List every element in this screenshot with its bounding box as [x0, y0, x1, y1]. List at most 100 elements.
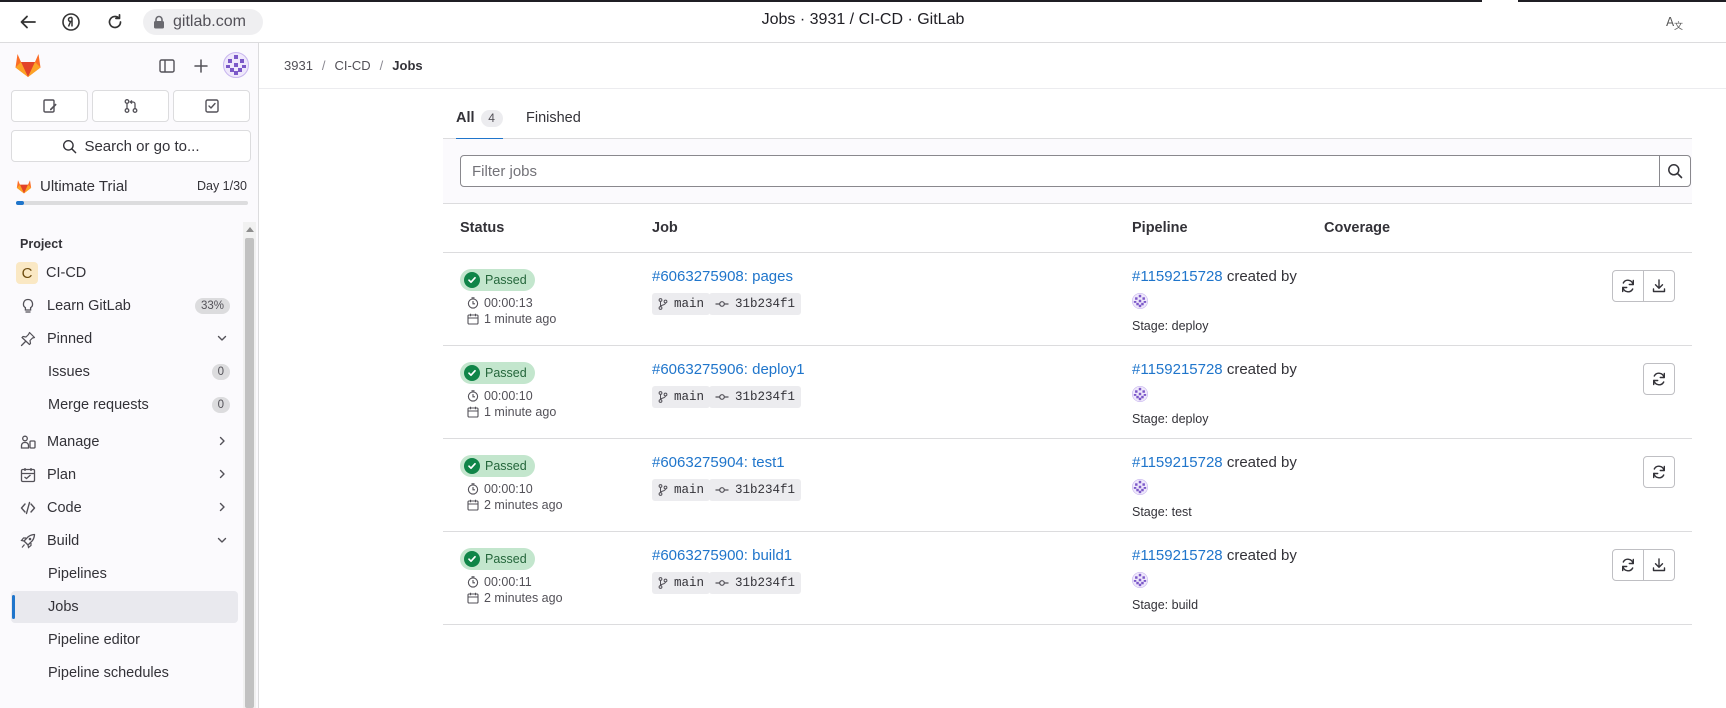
address-bar[interactable]: gitlab.com [143, 9, 263, 35]
finished-text: 2 minutes ago [484, 498, 563, 512]
download-artifacts-button[interactable] [1643, 549, 1675, 581]
sidebar-item-pipeline-schedules[interactable]: Pipeline schedules [11, 657, 238, 689]
filter-jobs-input[interactable] [460, 155, 1660, 187]
sidebar-item-pinned[interactable]: Pinned [11, 323, 238, 355]
duration-text: 00:00:13 [484, 296, 533, 310]
job-link[interactable]: #6063275904: test1 [652, 454, 785, 471]
commit-ref[interactable]: 31b234f1 [709, 386, 802, 408]
plus-icon [194, 59, 208, 73]
learn-gitlab-label: Learn GitLab [47, 298, 131, 314]
sidebar-item-project[interactable]: C CI-CD [11, 257, 238, 289]
todo-list-button[interactable] [173, 90, 250, 122]
pipeline-creator-avatar[interactable] [1132, 572, 1148, 588]
section-heading-project: Project [20, 237, 63, 251]
job-link[interactable]: #6063275908: pages [652, 268, 793, 285]
sidebar-item-jobs[interactable]: Jobs [11, 591, 238, 623]
pipeline-link[interactable]: #1159215728 [1132, 361, 1223, 378]
sidebar-item-build[interactable]: Build [11, 525, 238, 557]
tab-finished-label: Finished [526, 110, 581, 126]
pipeline-link[interactable]: #1159215728 [1132, 454, 1223, 471]
breadcrumb-separator: / [379, 58, 384, 73]
job-finished-time: 2 minutes ago [467, 591, 563, 605]
job-duration: 00:00:13 [467, 296, 533, 310]
status-badge[interactable]: Passed [460, 548, 535, 570]
sidebar-item-plan[interactable]: Plan [11, 459, 238, 491]
status-text: Passed [485, 366, 527, 380]
plan-icon [19, 466, 37, 484]
pipeline-info: #1159215728 created by [1132, 547, 1297, 564]
project-name: CI-CD [46, 265, 87, 281]
job-link[interactable]: #6063275906: deploy1 [652, 361, 805, 378]
pipeline-creator-avatar[interactable] [1132, 386, 1148, 402]
breadcrumb-item-current[interactable]: Jobs [392, 58, 422, 73]
branch-ref[interactable]: main [652, 479, 711, 501]
scrollbar-thumb[interactable] [245, 238, 254, 708]
retry-job-button[interactable] [1643, 456, 1675, 488]
branch-ref[interactable]: main [652, 386, 711, 408]
status-badge[interactable]: Passed [460, 362, 535, 384]
merge-requests-button[interactable] [92, 90, 169, 122]
job-link[interactable]: #6063275900: build1 [652, 547, 792, 564]
job-finished-time: 2 minutes ago [467, 498, 563, 512]
commit-ref[interactable]: 31b234f1 [709, 293, 802, 315]
status-badge[interactable]: Passed [460, 269, 535, 291]
status-success-icon [464, 365, 480, 381]
sidebar-item-manage[interactable]: Manage [11, 426, 238, 458]
user-menu-button[interactable] [223, 52, 249, 78]
tab-all[interactable]: All 4 [456, 97, 503, 140]
assigned-issues-button[interactable] [11, 90, 88, 122]
learn-progress-badge: 33% [194, 298, 230, 314]
commit-ref[interactable]: 31b234f1 [709, 572, 802, 594]
duration-text: 00:00:10 [484, 389, 533, 403]
search-button[interactable]: Search or go to... [11, 130, 251, 162]
pipeline-editor-label: Pipeline editor [48, 632, 140, 648]
translate-button[interactable]: A文 [1664, 12, 1686, 32]
pipeline-creator-avatar[interactable] [1132, 293, 1148, 309]
duration-text: 00:00:10 [484, 482, 533, 496]
pipeline-link[interactable]: #1159215728 [1132, 547, 1223, 564]
retry-job-button[interactable] [1612, 549, 1644, 581]
create-new-button[interactable] [189, 54, 213, 78]
breadcrumb-item-project[interactable]: CI-CD [335, 58, 371, 73]
branch-ref[interactable]: main [652, 293, 711, 315]
commit-ref[interactable]: 31b234f1 [709, 479, 802, 501]
status-success-icon [464, 272, 480, 288]
download-artifacts-button[interactable] [1643, 270, 1675, 302]
branch-ref[interactable]: main [652, 572, 711, 594]
table-row: Passed 00:00:11 2 minutes ago #6063275900: … [443, 532, 1692, 625]
sidebar-item-issues[interactable]: Issues 0 [11, 356, 238, 388]
retry-job-button[interactable] [1643, 363, 1675, 395]
sidebar-scrollbar[interactable] [243, 222, 256, 708]
table-header: Status Job Pipeline Coverage [443, 204, 1692, 253]
tanuki-logo [15, 54, 41, 77]
sidebar-item-pipeline-editor[interactable]: Pipeline editor [11, 624, 238, 656]
pipeline-link[interactable]: #1159215728 [1132, 268, 1223, 285]
scroll-up-arrow[interactable] [246, 227, 254, 232]
status-success-icon [464, 551, 480, 567]
sidebar-item-pipelines[interactable]: Pipelines [11, 558, 238, 590]
tab-finished[interactable]: Finished [526, 97, 581, 139]
chevron-down-icon [214, 330, 230, 346]
sidebar-item-learn-gitlab[interactable]: Learn GitLab 33% [11, 290, 238, 322]
gitlab-home-link[interactable] [14, 52, 42, 78]
pipeline-schedules-label: Pipeline schedules [48, 665, 169, 681]
trial-status-widget[interactable]: Ultimate Trial Day 1/30 [11, 170, 251, 210]
status-text: Passed [485, 552, 527, 566]
collapse-sidebar-button[interactable] [155, 54, 179, 78]
commit-sha: 31b234f1 [735, 390, 796, 404]
column-header-coverage: Coverage [1324, 220, 1391, 236]
pipeline-creator-avatar[interactable] [1132, 479, 1148, 495]
job-stage: Stage: deploy [1132, 412, 1209, 426]
retry-job-button[interactable] [1612, 270, 1644, 302]
reload-button[interactable] [103, 10, 127, 34]
filter-search-button[interactable] [1659, 155, 1691, 187]
sidebar-item-merge-requests[interactable]: Merge requests 0 [11, 389, 238, 421]
status-text: Passed [485, 459, 527, 473]
retry-icon [1622, 279, 1634, 293]
download-icon [1652, 279, 1666, 293]
yandex-button[interactable] [59, 10, 83, 34]
breadcrumb-item-group[interactable]: 3931 [284, 58, 313, 73]
back-button[interactable] [16, 10, 40, 34]
sidebar-item-code[interactable]: Code [11, 492, 238, 524]
status-badge[interactable]: Passed [460, 455, 535, 477]
